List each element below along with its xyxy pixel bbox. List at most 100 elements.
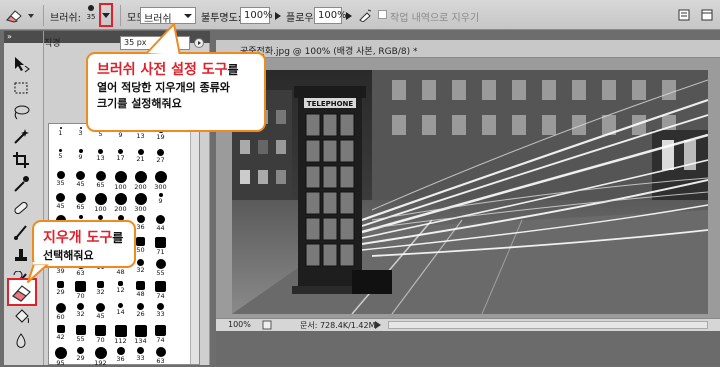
brush-preset-cell[interactable]: 200 — [131, 171, 150, 191]
lasso-tool[interactable] — [9, 101, 33, 123]
airbrush-icon[interactable] — [358, 8, 372, 22]
brush-preset-cell[interactable]: 33 — [151, 303, 170, 318]
brush-preset-cell[interactable]: 32 — [71, 303, 90, 318]
brush-preset-cell[interactable]: 45 — [51, 193, 70, 210]
brush-preset-cell[interactable]: 5 — [51, 149, 70, 160]
brush-size-label: 13 — [96, 154, 105, 162]
brush-preset-cell[interactable]: 33 — [131, 347, 150, 362]
brush-tip-icon — [155, 281, 166, 292]
brush-preset-cell[interactable]: 14 — [111, 303, 130, 316]
callout-brush-preset-line3: 크기를 설정해줘요 — [97, 97, 182, 111]
brush-preset-cell[interactable]: 44 — [151, 215, 170, 232]
brush-preset-cell[interactable]: 100 — [111, 171, 130, 191]
brush-preset-cell[interactable]: 9 — [71, 149, 90, 161]
brush-size-label: 33 — [156, 310, 165, 318]
brush-preset-cell[interactable]: 21 — [131, 149, 150, 163]
brush-tip-icon — [94, 193, 107, 205]
brush-preset-cell[interactable]: 200 — [111, 193, 130, 213]
brush-preview[interactable]: 35 — [84, 3, 98, 28]
status-menu-arrow-icon[interactable] — [373, 320, 383, 330]
brush-preset-cell[interactable]: 65 — [71, 193, 90, 211]
brush-preset-cell[interactable]: 300 — [151, 171, 170, 191]
brush-preset-cell[interactable]: 1 — [51, 127, 70, 137]
brush-size-label: 17 — [116, 154, 125, 162]
brush-size-label: 192 — [94, 359, 107, 367]
brush-tip-icon — [116, 347, 125, 355]
brush-tip-icon — [57, 281, 64, 288]
collapse-icon: » — [7, 32, 12, 41]
opacity-slider-arrow-icon[interactable] — [273, 11, 283, 21]
brush-preset-cell[interactable]: 13 — [91, 149, 110, 162]
brush-grid-scrollbar[interactable] — [190, 124, 199, 364]
brush-preset-cell[interactable]: 27 — [151, 149, 170, 164]
healing-brush-tool[interactable] — [9, 197, 33, 219]
flow-slider-arrow-icon[interactable] — [344, 11, 354, 21]
zoom-level[interactable]: 100% — [228, 320, 251, 329]
brush-preset-cell[interactable]: 70 — [91, 325, 110, 344]
brush-size-label: 112 — [114, 337, 127, 345]
brush-preset-dropdown-highlight[interactable] — [99, 3, 113, 27]
brush-size-label: 9 — [118, 131, 123, 139]
brush-preset-cell[interactable]: 63 — [151, 347, 170, 365]
blur-tool[interactable] — [9, 330, 33, 352]
brush-tip-icon — [77, 303, 84, 310]
callout-brush-preset-suffix: 를 — [227, 63, 239, 77]
brush-preset-cell[interactable]: 48 — [131, 281, 150, 298]
move-tool[interactable] — [9, 53, 33, 75]
move-icon — [15, 57, 30, 73]
brush-preset-cell[interactable]: 26 — [131, 303, 150, 318]
tool-preset-picker[interactable] — [4, 7, 38, 24]
brush-preset-cell[interactable]: 70 — [71, 281, 90, 300]
paint-bucket-tool[interactable] — [9, 306, 33, 328]
flow-input[interactable]: 100% — [314, 7, 347, 24]
brush-preset-cell[interactable]: 300 — [131, 193, 150, 213]
brush-size-label: 39 — [56, 267, 65, 275]
brush-preset-cell[interactable]: 95 — [51, 347, 70, 367]
brush-tip-icon — [56, 193, 65, 202]
document-photo[interactable]: TELEPHONE — [232, 70, 708, 314]
panel-icon[interactable] — [700, 8, 714, 22]
brush-preset-cell[interactable]: 112 — [111, 325, 130, 345]
brush-preset-cell[interactable]: 29 — [71, 347, 90, 362]
brush-preset-cell[interactable]: 74 — [151, 281, 170, 300]
brush-preset-cell[interactable]: 32 — [91, 281, 110, 296]
horizontal-scrollbar[interactable] — [388, 321, 708, 329]
brush-size-label: 100 — [94, 205, 107, 213]
document-size-info: 문서: 728.4K/1.42M — [300, 321, 376, 330]
brush-preset-cell[interactable]: 55 — [151, 259, 170, 277]
brush-size-label: 63 — [76, 269, 85, 277]
toolbox-header[interactable]: » — [4, 31, 43, 43]
brush-preset-cell[interactable]: 100 — [91, 193, 110, 213]
brush-preset-cell[interactable]: 42 — [51, 325, 70, 341]
brush-preset-cell[interactable]: 36 — [111, 347, 130, 363]
document-tab[interactable]: 공중전화.jpg @ 100% (배경 사본, RGB/8) * — [216, 40, 720, 58]
brush-preset-cell[interactable]: 74 — [151, 325, 170, 344]
brush-tip-icon — [54, 347, 67, 359]
magic-wand-tool[interactable] — [9, 125, 33, 147]
brush-preset-cell[interactable]: 45 — [71, 171, 90, 188]
brush-size-readout: 35 — [86, 13, 96, 21]
brush-preset-cell[interactable]: 60 — [51, 303, 70, 321]
document-icon[interactable] — [677, 8, 691, 22]
brush-preset-cell[interactable]: 192 — [91, 347, 110, 367]
brush-preset-cell[interactable]: 17 — [111, 149, 130, 162]
brush-tip-icon — [94, 347, 107, 359]
brush-tool[interactable] — [9, 221, 33, 243]
eyedropper-tool[interactable] — [9, 173, 33, 195]
brush-preset-cell[interactable]: 55 — [71, 325, 90, 343]
opacity-input[interactable]: 100% — [240, 7, 273, 24]
status-icon — [262, 320, 272, 330]
brush-preset-cell[interactable]: 71 — [151, 237, 170, 256]
marquee-tool[interactable] — [9, 77, 33, 99]
brush-preset-cell[interactable]: 134 — [131, 325, 150, 345]
crop-tool[interactable] — [9, 149, 33, 171]
brush-preset-cell[interactable]: 45 — [91, 303, 110, 320]
callout-brush-preset-line2: 열어 적당한 지우개의 종류와 — [97, 81, 230, 95]
erase-to-history-checkbox[interactable] — [378, 10, 387, 19]
brush-preset-cell[interactable]: 35 — [51, 171, 70, 187]
brush-size-label: 65 — [76, 203, 85, 211]
callout-eraser-suffix: 를 — [112, 231, 124, 245]
brush-preset-cell[interactable]: 9 — [151, 193, 170, 205]
brush-preset-cell[interactable]: 12 — [111, 281, 130, 294]
brush-preset-cell[interactable]: 65 — [91, 171, 110, 189]
